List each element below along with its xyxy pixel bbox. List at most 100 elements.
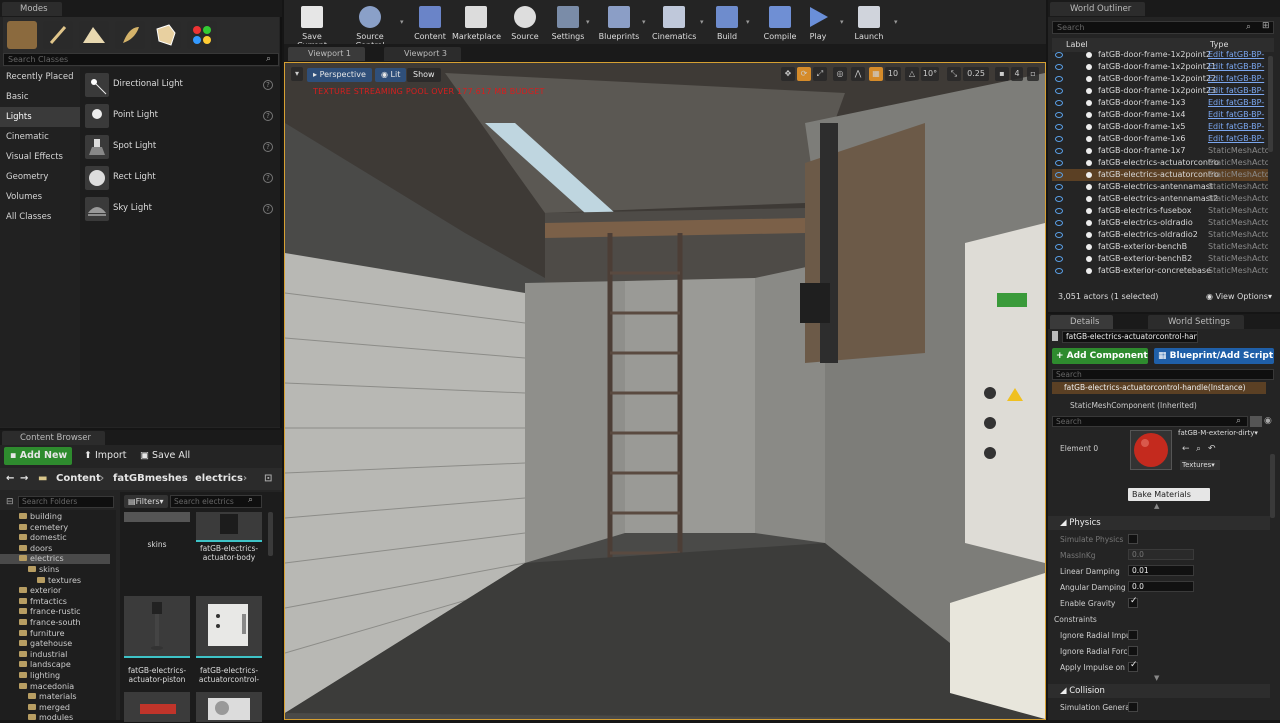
- modes-tab[interactable]: Modes: [2, 2, 62, 16]
- folder-tree-item[interactable]: france-rustic: [0, 607, 110, 617]
- category-all-classes[interactable]: All Classes: [0, 207, 80, 227]
- asset-tile[interactable]: skins: [124, 512, 190, 549]
- rect-light-item[interactable]: Rect Light ?: [83, 163, 279, 193]
- visibility-eye-icon[interactable]: [1055, 244, 1063, 250]
- outliner-row[interactable]: fatGB-electrics-actuatorcontro StaticMesh…: [1052, 157, 1268, 169]
- outliner-search-input[interactable]: Search: [1052, 21, 1274, 34]
- grid-snap-icon[interactable]: ▦: [869, 67, 883, 81]
- folder-tree-item[interactable]: lighting: [0, 671, 110, 681]
- folder-tree-item[interactable]: merged: [0, 703, 110, 713]
- actor-name-field[interactable]: fatGB-electrics-actuatorcontrol-han: [1062, 331, 1198, 343]
- rotation-snap-icon[interactable]: △: [905, 67, 919, 81]
- edit-blueprint-link[interactable]: Edit fatGB-BP-: [1208, 85, 1264, 97]
- visibility-eye-icon[interactable]: [1055, 112, 1063, 118]
- category-basic[interactable]: Basic: [0, 87, 80, 107]
- category-lights[interactable]: Lights: [0, 107, 80, 127]
- property-search-input[interactable]: Search: [1052, 416, 1248, 427]
- visibility-eye-icon[interactable]: [1055, 208, 1063, 214]
- expand-more-icon[interactable]: ▼: [1154, 674, 1159, 682]
- visibility-eye-icon[interactable]: [1055, 64, 1063, 70]
- visibility-eye-icon[interactable]: [1055, 172, 1063, 178]
- visibility-eye-icon[interactable]: [1055, 196, 1063, 202]
- folder-tree-item[interactable]: fmtactics: [0, 597, 110, 607]
- visibility-eye-icon[interactable]: [1055, 232, 1063, 238]
- geometry-edit-mode-icon[interactable]: [151, 21, 181, 49]
- category-recently-placed[interactable]: Recently Placed: [0, 67, 80, 87]
- property-number-field[interactable]: 0.0: [1128, 581, 1194, 592]
- outliner-row[interactable]: fatGB-electrics-actuatorcontro StaticMesh…: [1052, 169, 1268, 181]
- help-icon[interactable]: ?: [263, 204, 273, 214]
- visibility-eye-icon[interactable]: [1055, 88, 1063, 94]
- folder-tree-item[interactable]: furniture: [0, 629, 110, 639]
- forward-arrow-icon[interactable]: →: [20, 473, 28, 484]
- scale-snap-icon[interactable]: ⤡: [947, 67, 961, 81]
- material-dropdown[interactable]: fatGB-M-exterior-dirty▾: [1178, 429, 1264, 440]
- perspective-button[interactable]: ▸ Perspective: [307, 68, 372, 82]
- visibility-eye-icon[interactable]: [1055, 148, 1063, 154]
- modes-extra-icon[interactable]: [187, 21, 217, 49]
- folder-tree-item[interactable]: electrics: [0, 554, 110, 565]
- show-button[interactable]: Show: [407, 68, 441, 82]
- visibility-eye-icon[interactable]: [1055, 124, 1063, 130]
- scale-snap-value[interactable]: 0.25: [963, 67, 989, 81]
- outliner-row[interactable]: fatGB-door-frame-1x2point23 Edit fatGB-BP…: [1052, 85, 1268, 97]
- dropdown-caret-icon[interactable]: ▾: [894, 18, 898, 26]
- category-volumes[interactable]: Volumes: [0, 187, 80, 207]
- visibility-eye-icon[interactable]: [1055, 268, 1063, 274]
- reset-icon[interactable]: ↶: [1208, 444, 1216, 454]
- visibility-eye-icon[interactable]: [1055, 76, 1063, 82]
- lit-button[interactable]: ◉ Lit: [375, 68, 407, 82]
- property-checkbox[interactable]: [1128, 630, 1138, 640]
- camera-speed-value[interactable]: 4: [1011, 67, 1023, 81]
- bake-materials-button[interactable]: Bake Materials: [1128, 488, 1210, 501]
- property-number-field[interactable]: 0.01: [1128, 565, 1194, 576]
- edit-blueprint-link[interactable]: Edit fatGB-BP-: [1208, 121, 1264, 133]
- visibility-eye-icon[interactable]: [1055, 184, 1063, 190]
- sky-light-item[interactable]: Sky Light ?: [83, 194, 279, 224]
- place-mode-icon[interactable]: [7, 21, 37, 49]
- marketplace-button[interactable]: Marketplace: [452, 2, 501, 42]
- dropdown-caret-icon[interactable]: ▾: [746, 18, 750, 26]
- outliner-scrollbar[interactable]: [1268, 56, 1273, 152]
- folder-tree-item[interactable]: landscape: [0, 660, 110, 670]
- folder-tree-item[interactable]: industrial: [0, 650, 110, 660]
- breadcrumb-content[interactable]: Content: [56, 473, 101, 484]
- dropdown-caret-icon[interactable]: ▾: [642, 18, 646, 26]
- viewport-options-caret-icon[interactable]: ▾: [291, 67, 303, 81]
- source-control-button[interactable]: Source Control: [342, 2, 398, 50]
- help-icon[interactable]: ?: [263, 173, 273, 183]
- visibility-eye-icon[interactable]: [1055, 220, 1063, 226]
- save-current-button[interactable]: Save Current: [288, 2, 336, 50]
- tab-world-settings[interactable]: World Settings: [1148, 315, 1244, 329]
- outliner-row[interactable]: fatGB-electrics-fusebox StaticMeshActo: [1052, 205, 1268, 217]
- outliner-row[interactable]: fatGB-exterior-benchB StaticMeshActo: [1052, 241, 1268, 253]
- property-matrix-icon[interactable]: [1250, 416, 1262, 427]
- browse-icon[interactable]: ⌕: [1196, 444, 1201, 454]
- outliner-row[interactable]: fatGB-electrics-antennamast StaticMeshAct…: [1052, 181, 1268, 193]
- dropdown-caret-icon[interactable]: ▾: [840, 18, 844, 26]
- world-outliner-tab[interactable]: World Outliner: [1050, 2, 1146, 16]
- filter-icon[interactable]: ⊞: [1262, 21, 1270, 31]
- outliner-row[interactable]: fatGB-door-frame-1x3 Edit fatGB-BP-: [1052, 97, 1268, 109]
- outliner-row[interactable]: fatGB-electrics-antennamast2 StaticMeshAc…: [1052, 193, 1268, 205]
- source-button[interactable]: Source: [508, 2, 542, 42]
- help-icon[interactable]: ?: [263, 80, 273, 90]
- outliner-row[interactable]: fatGB-electrics-oldradio2 StaticMeshActo: [1052, 229, 1268, 241]
- level-viewport[interactable]: ▾ ▸ Perspective ◉ Lit Show ✥ ⟳ ⤢ ◎ ⋀ ▦ 1…: [284, 62, 1046, 720]
- category-visual-effects[interactable]: Visual Effects: [0, 147, 80, 167]
- edit-blueprint-link[interactable]: Edit fatGB-BP-: [1208, 49, 1264, 61]
- camera-speed-icon[interactable]: ▪: [995, 67, 1009, 81]
- folder-tree-item[interactable]: doors: [0, 544, 110, 554]
- folder-tree-item[interactable]: gatehouse: [0, 639, 110, 649]
- content-browser-tab[interactable]: Content Browser: [2, 431, 105, 445]
- folder-tree-item[interactable]: domestic: [0, 533, 110, 543]
- asset-tile[interactable]: fatGB-electrics-actuatorcontrol-box: [196, 596, 262, 684]
- asset-tile[interactable]: fatGB-electrics-actuator-body: [196, 512, 262, 562]
- folder-tree-item[interactable]: building: [0, 512, 110, 522]
- folder-tree-item[interactable]: modules: [0, 713, 110, 723]
- visibility-eye-icon[interactable]: [1055, 52, 1063, 58]
- folder-tree-item[interactable]: exterior: [0, 586, 110, 596]
- outliner-row[interactable]: fatGB-door-frame-1x6 Edit fatGB-BP-: [1052, 133, 1268, 145]
- add-new-button[interactable]: ▪ Add New ▾: [4, 447, 72, 479]
- physics-section-header[interactable]: ◢ Physics: [1048, 516, 1270, 530]
